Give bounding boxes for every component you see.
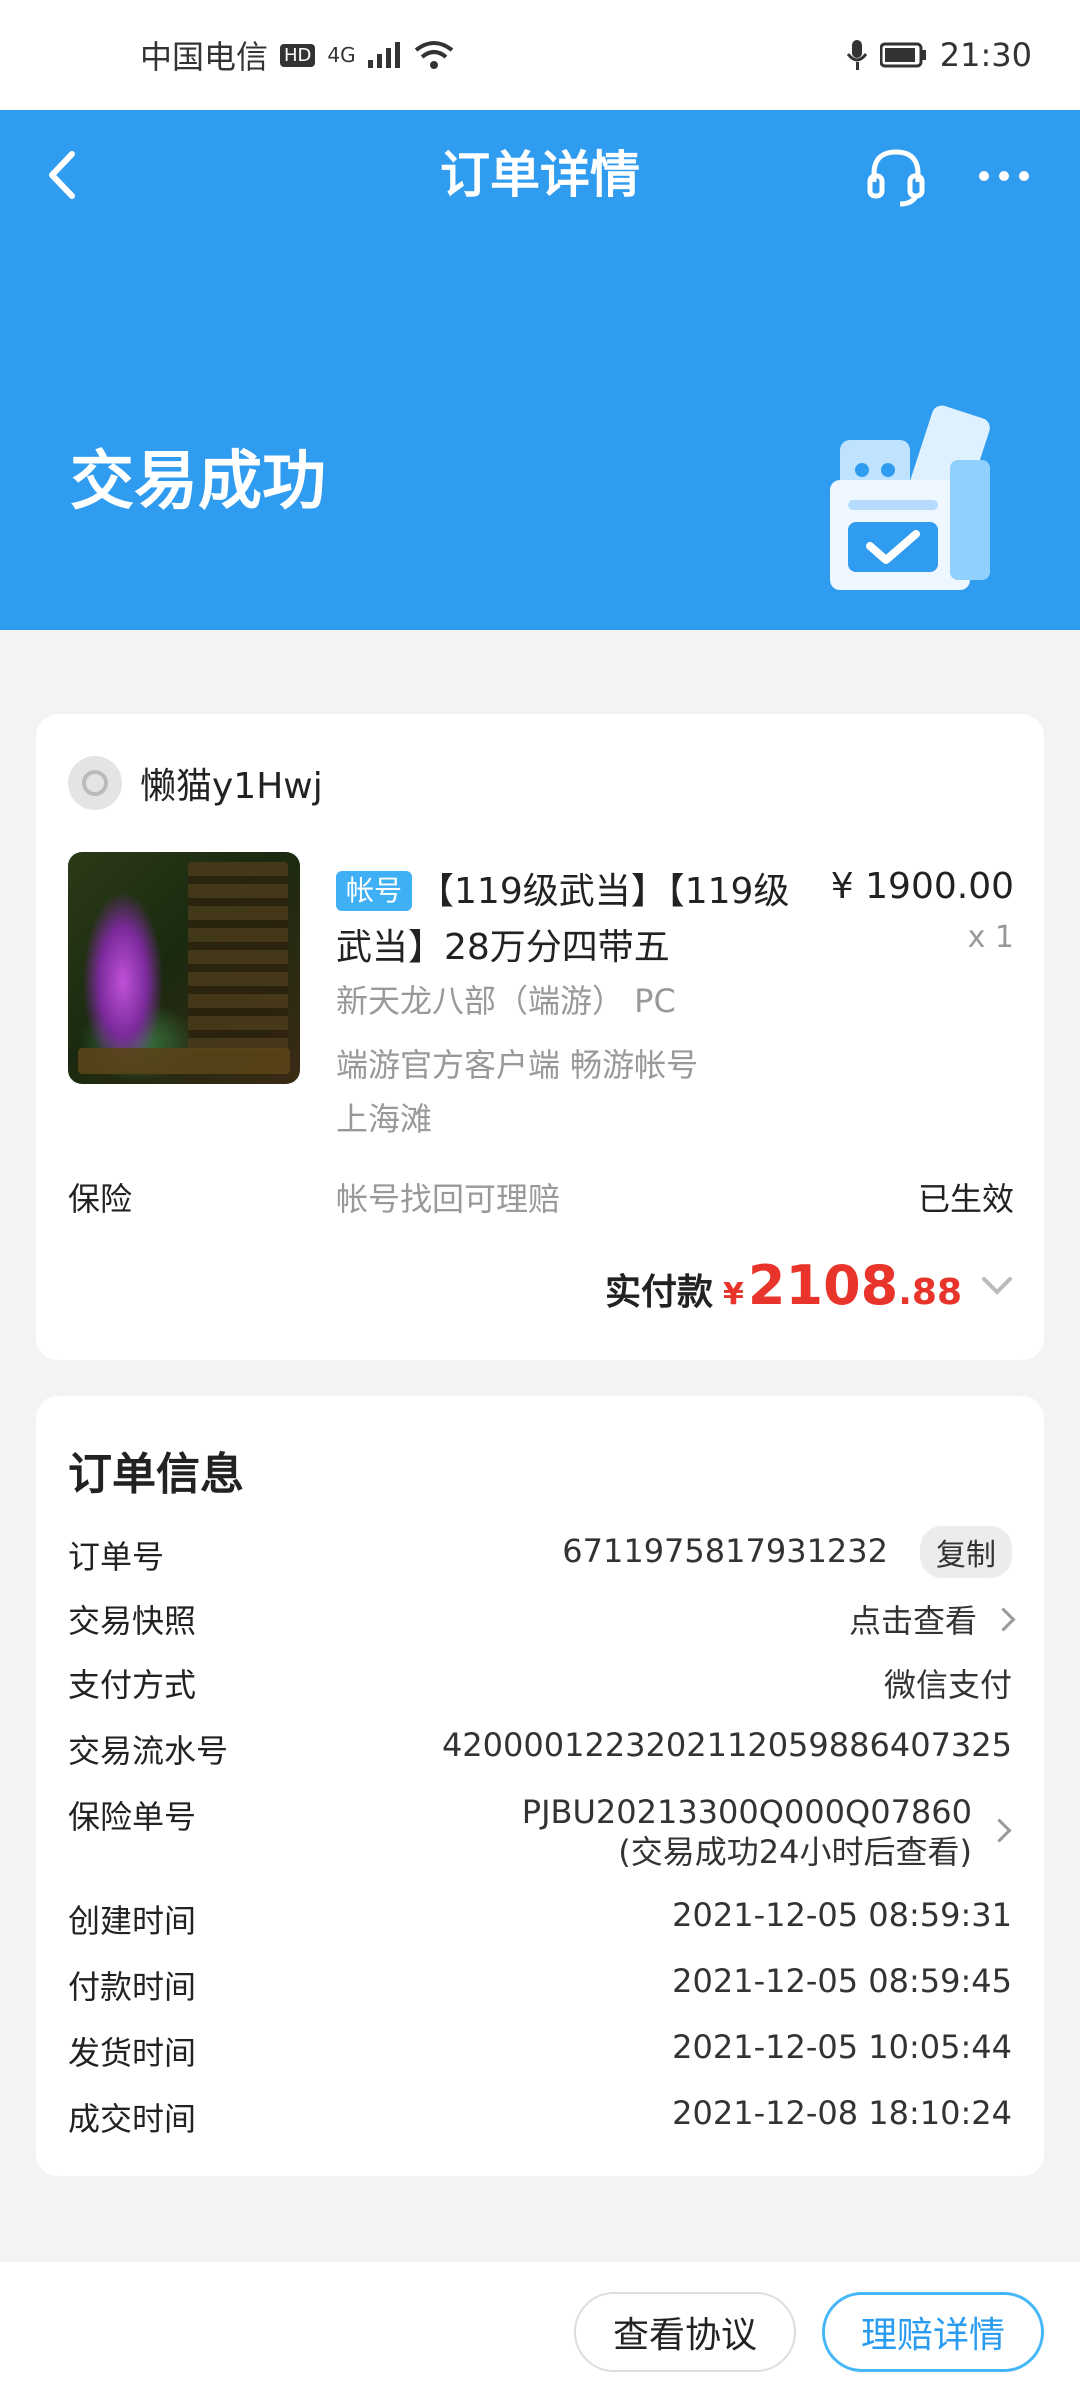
paid-time-label: 付款时间 [68,1968,197,2006]
order-number-value: 6711975817931232 [562,1532,888,1570]
serial-number-label: 交易流水号 [68,1732,229,1770]
header: 订单详情 交易成功 [0,110,1080,630]
completed-time-label: 成交时间 [68,2100,197,2138]
paid-integer: 2108 [747,1254,899,1317]
paid-time-value: 2021-12-05 08:59:45 [672,1962,1012,2000]
paid-currency: ¥ [723,1277,744,1312]
snapshot-value: 点击查看 [848,1602,977,1640]
serial-number-value: 4200001223202112059886407325 [441,1726,1012,1764]
order-info-card: 订单信息 订单号 6711975817931232 复制 交易快照 点击查看 支… [36,1396,1044,2176]
insurance-number-label: 保险单号 [68,1798,197,1836]
mic-icon [846,40,867,70]
hd-badge: HD [280,43,316,67]
paid-amount: ¥ 2108 .88 [723,1254,962,1317]
product-game: 新天龙八部（端游） PC [336,982,676,1020]
product-price: ¥ 1900.00 [830,866,1014,907]
more-icon[interactable] [968,140,1040,212]
insurance-label: 保险 [68,1180,133,1218]
product-quantity: x 1 [967,920,1014,955]
status-bar: 中国电信 HD 4G 21:30 [0,0,1080,110]
insurance-status: 已生效 [917,1180,1014,1218]
insurance-number-note: (交易成功24小时后查看) [618,1833,972,1871]
order-status: 交易成功 [70,445,326,519]
created-time-label: 创建时间 [68,1902,197,1940]
chevron-down-icon[interactable] [980,1275,1014,1297]
status-left: 中国电信 HD 4G [140,32,454,78]
shipped-time-value: 2021-12-05 10:05:44 [672,2028,1012,2066]
chevron-right-icon [991,1607,1016,1632]
product-server: 上海滩 [336,1100,433,1138]
product-thumbnail[interactable] [68,852,300,1084]
pay-method-label: 支付方式 [68,1666,197,1704]
insurance-number-value: PJBU20213300Q000Q07860 (交易成功24小时后查看) [522,1792,972,1872]
status-right: 21:30 [846,36,1032,74]
seller-avatar [68,756,122,810]
snapshot-link[interactable]: 点击查看 [848,1596,1016,1642]
paid-label: 实付款 [605,1272,714,1313]
nav-bar: 订单详情 [0,110,1080,240]
chevron-right-icon [987,1818,1012,1843]
insurance-desc: 帐号找回可理赔 [336,1180,561,1218]
product-client: 端游官方客户端 畅游帐号 [336,1046,699,1084]
completed-time-value: 2021-12-08 18:10:24 [672,2094,1012,2132]
order-number-label: 订单号 [68,1538,165,1576]
copy-button[interactable]: 复制 [920,1526,1012,1578]
product-title[interactable]: 帐号 【119级武当】【119级武当】28万分四带五 [336,864,816,976]
seller-row[interactable]: 懒猫y1Hwj [68,756,323,810]
snapshot-label: 交易快照 [68,1602,197,1640]
claim-details-button[interactable]: 理赔详情 [822,2292,1044,2372]
network-label: 4G [327,43,356,67]
account-tag: 帐号 [336,871,413,911]
view-agreement-button[interactable]: 查看协议 [574,2292,796,2372]
paid-decimal: .88 [898,1272,962,1313]
paid-amount-row[interactable]: 实付款 ¥ 2108 .88 [605,1254,1014,1317]
order-info-title: 订单信息 [68,1449,244,1500]
created-time-value: 2021-12-05 08:59:31 [672,1896,1012,1934]
shopping-bag-check-icon [830,405,990,590]
shipped-time-label: 发货时间 [68,2034,197,2072]
headset-icon[interactable] [860,140,932,212]
clock: 21:30 [939,36,1032,74]
carrier-label: 中国电信 [140,38,269,76]
insurance-number-text: PJBU20213300Q000Q07860 [521,1793,972,1831]
wifi-icon [414,41,453,69]
seller-name: 懒猫y1Hwj [140,766,323,807]
product-card: 懒猫y1Hwj 帐号 【119级武当】【119级武当】28万分四带五 ¥ 1900… [36,714,1044,1360]
insurance-number-row[interactable]: 保险单号 PJBU20213300Q000Q07860 (交易成功24小时后查看… [68,1792,1012,1882]
bottom-action-bar: 查看协议 理赔详情 [0,2262,1080,2408]
pay-method-value: 微信支付 [883,1666,1012,1704]
signal-icon [367,42,400,68]
battery-icon [879,42,926,68]
